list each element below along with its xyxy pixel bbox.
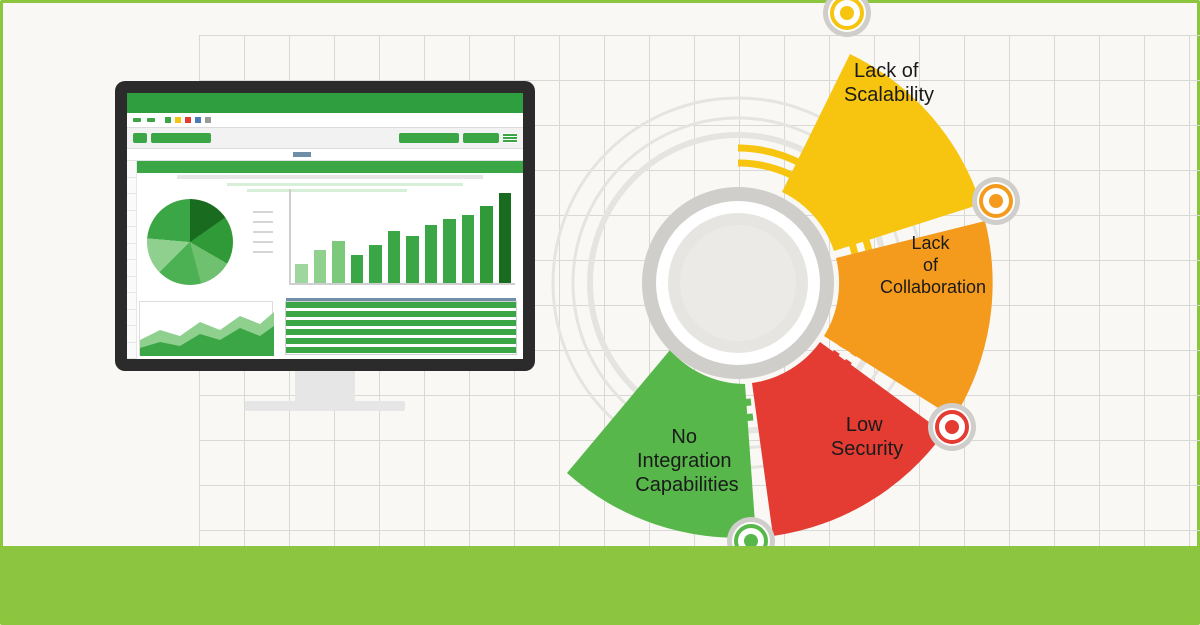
area-chart-icon [139, 301, 273, 355]
formula-bar [127, 149, 523, 161]
app-ribbon [127, 127, 523, 149]
pie-chart-icon [147, 199, 233, 285]
radial-issues-diagram: Lack of Scalability Lack of Collaboratio… [563, 0, 1200, 573]
hamburger-icon [503, 133, 517, 143]
app-titlebar [127, 93, 523, 113]
row-headers [127, 161, 137, 359]
worksheet [127, 161, 523, 359]
bullet-scalability [823, 0, 871, 37]
monitor-stand [245, 401, 405, 411]
spreadsheet-monitor-illustration [115, 81, 535, 431]
bullet-collaboration [972, 177, 1020, 225]
app-menubar [127, 113, 523, 127]
monitor-screen [115, 81, 535, 371]
data-table-icon [285, 301, 517, 355]
bullet-security [928, 403, 976, 451]
column-header [137, 161, 523, 173]
footer-accent-bar [3, 546, 1197, 622]
color-swatches [165, 117, 211, 123]
spreadsheet-app [127, 93, 523, 359]
monitor-neck [295, 371, 355, 401]
bar-chart-icon [289, 189, 515, 285]
center-hub [642, 187, 834, 379]
